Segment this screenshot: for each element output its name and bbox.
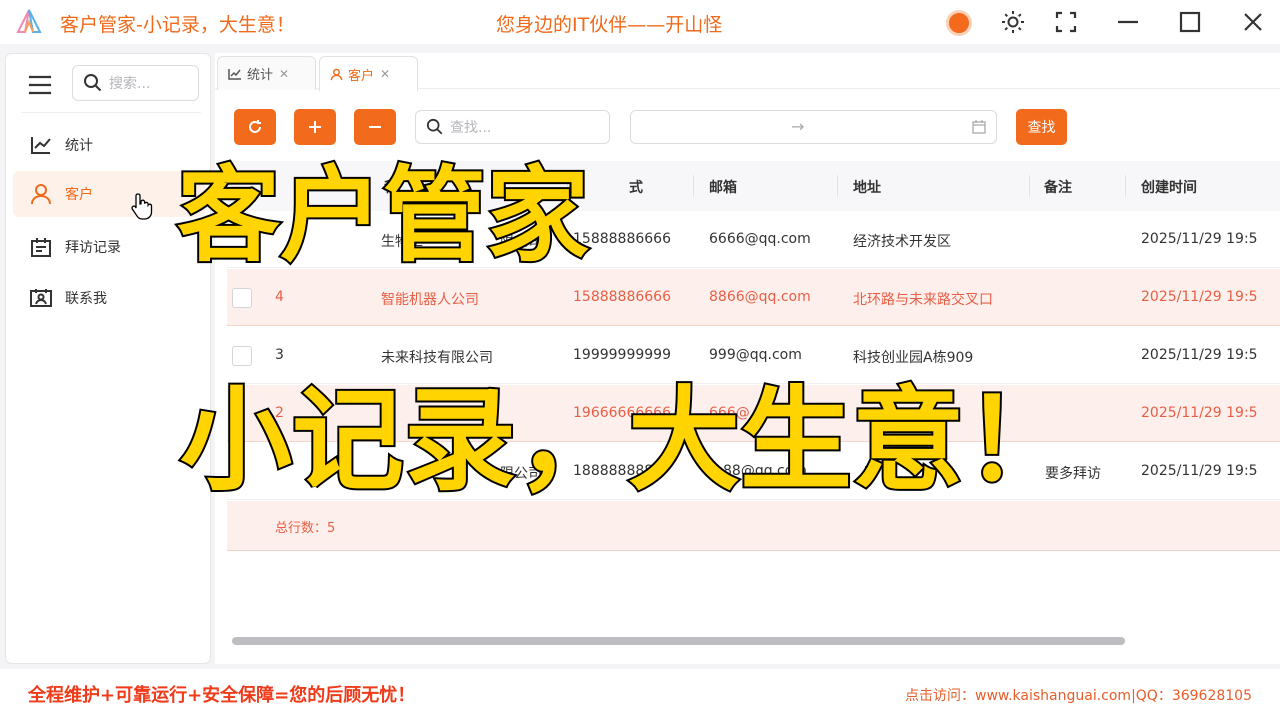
header-remark: 备注: [1044, 180, 1072, 196]
main-panel: 统计 ✕ 客户 ✕ 查找... → 查找 称 式 邮箱 地址 备注 创建时间 生…: [215, 53, 1280, 664]
sun-icon[interactable]: [998, 8, 1028, 36]
sidebar: 搜索... 统计 客户 拜访记录 联系我: [5, 53, 211, 664]
table-footer: 总行数：5: [227, 501, 1280, 551]
date-range-arrow: →: [791, 117, 805, 136]
tab-close-icon[interactable]: ✕: [279, 67, 289, 81]
app-title: 客户管家-小记录，大生意！: [60, 14, 295, 36]
user-icon: [29, 183, 53, 205]
hand-cursor-icon: [131, 193, 153, 220]
cell-created: 2025/11/29 19:5: [1141, 289, 1258, 305]
cell-address: 科技创业园A栋909: [853, 350, 974, 366]
tab-customers[interactable]: 客户 ✕: [319, 56, 418, 91]
refresh-icon: [249, 120, 261, 133]
slogan: 您身边的IT伙伴——开山怪: [496, 14, 723, 36]
search-placeholder: 查找...: [450, 120, 492, 136]
divider: [1125, 175, 1126, 197]
app-logo-icon: [16, 9, 42, 33]
divider: [837, 175, 838, 197]
maximize-icon[interactable]: [1175, 8, 1205, 36]
cell-address: 北环路与未来路交叉口: [853, 292, 993, 308]
cell-name: 智能机器人公司: [381, 292, 479, 308]
cell-phone: 15888886666: [573, 289, 671, 305]
tab-label: 客户: [348, 68, 375, 84]
theme-dot-icon[interactable]: [946, 10, 972, 36]
delete-button[interactable]: [354, 109, 396, 145]
divider: [21, 112, 201, 113]
cell-phone: 19999999999: [573, 347, 671, 363]
divider: [1029, 175, 1030, 197]
cell-address: 经济技术开发区: [853, 234, 951, 250]
sidebar-search-placeholder: 搜索...: [109, 76, 151, 92]
add-button[interactable]: [294, 109, 336, 145]
cell-created: 2025/11/29 19:5: [1141, 347, 1258, 363]
minus-icon: [369, 126, 381, 128]
header-phone: 式: [629, 180, 643, 196]
date-range-picker[interactable]: →: [630, 110, 997, 144]
sidebar-item-contact[interactable]: 联系我: [13, 275, 205, 321]
hamburger-menu-icon[interactable]: [26, 72, 54, 98]
cell-name: 未来科技有限公司: [381, 350, 493, 366]
user-icon: [330, 68, 343, 80]
search-icon: [426, 118, 443, 135]
header-created: 创建时间: [1141, 180, 1197, 196]
sidebar-item-label: 统计: [65, 138, 93, 154]
chart-line-icon: [29, 134, 53, 156]
cell-created: 2025/11/29 19:5: [1141, 231, 1258, 247]
cell-email: 6666@qq.com: [709, 231, 811, 247]
overlay-caption-title: 客户管家: [175, 156, 591, 276]
header-email: 邮箱: [709, 180, 737, 196]
footer-slogan: 全程维护+可靠运行+安全保障=您的后顾无忧！: [28, 685, 416, 706]
sidebar-search-input[interactable]: 搜索...: [72, 65, 199, 101]
refresh-button[interactable]: [234, 109, 276, 145]
divider: [693, 175, 694, 197]
find-button[interactable]: 查找: [1016, 109, 1067, 145]
total-rows-label: 总行数：5: [275, 521, 336, 536]
cell-id: 3: [275, 347, 284, 363]
title-bar: 客户管家-小记录，大生意！ 您身边的IT伙伴——开山怪: [0, 0, 1280, 44]
header-address: 地址: [853, 180, 881, 196]
plus-icon: [309, 121, 321, 133]
overlay-caption-slogan: 小记录，大生意！: [178, 376, 1078, 506]
horizontal-scrollbar[interactable]: [232, 637, 1280, 645]
tab-stats[interactable]: 统计 ✕: [217, 56, 316, 90]
calendar-icon: [972, 120, 986, 134]
sidebar-item-label: 拜访记录: [65, 240, 121, 256]
cell-email: 8866@qq.com: [709, 289, 811, 305]
fullscreen-icon[interactable]: [1051, 8, 1081, 36]
tab-close-icon[interactable]: ✕: [380, 67, 390, 81]
close-icon[interactable]: [1238, 8, 1268, 36]
search-icon: [84, 74, 102, 92]
tab-label: 统计: [247, 68, 274, 83]
table-row[interactable]: 4 智能机器人公司 15888886666 8866@qq.com 北环路与未来…: [227, 269, 1280, 326]
search-input[interactable]: 查找...: [415, 110, 610, 144]
row-checkbox[interactable]: [232, 346, 252, 366]
visit-record-icon: [29, 236, 53, 258]
footer-contact-link[interactable]: 点击访问：www.kaishanguai.com|QQ：369628105: [905, 685, 1252, 705]
cell-created: 2025/11/29 19:5: [1141, 463, 1258, 479]
cell-id: 4: [275, 289, 284, 305]
cell-created: 2025/11/29 19:5: [1141, 405, 1258, 421]
tab-bar: 统计 ✕ 客户 ✕: [215, 53, 1280, 91]
contact-card-icon: [29, 287, 53, 309]
sidebar-item-label: 联系我: [65, 291, 107, 307]
chart-line-icon: [228, 68, 241, 80]
scrollbar-thumb[interactable]: [232, 637, 1125, 645]
row-checkbox[interactable]: [232, 288, 252, 308]
sidebar-item-label: 客户: [65, 187, 93, 203]
minimize-icon[interactable]: [1113, 8, 1143, 36]
bottom-bar: 全程维护+可靠运行+安全保障=您的后顾无忧！ 点击访问：www.kaishang…: [0, 669, 1280, 720]
cell-email: 999@qq.com: [709, 347, 802, 363]
